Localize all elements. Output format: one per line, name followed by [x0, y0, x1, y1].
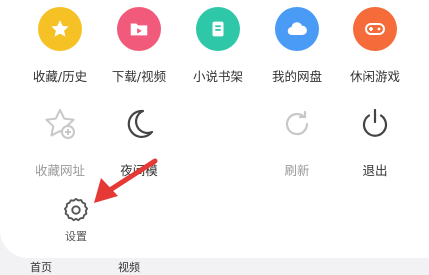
annotation-arrow-icon — [94, 158, 158, 203]
